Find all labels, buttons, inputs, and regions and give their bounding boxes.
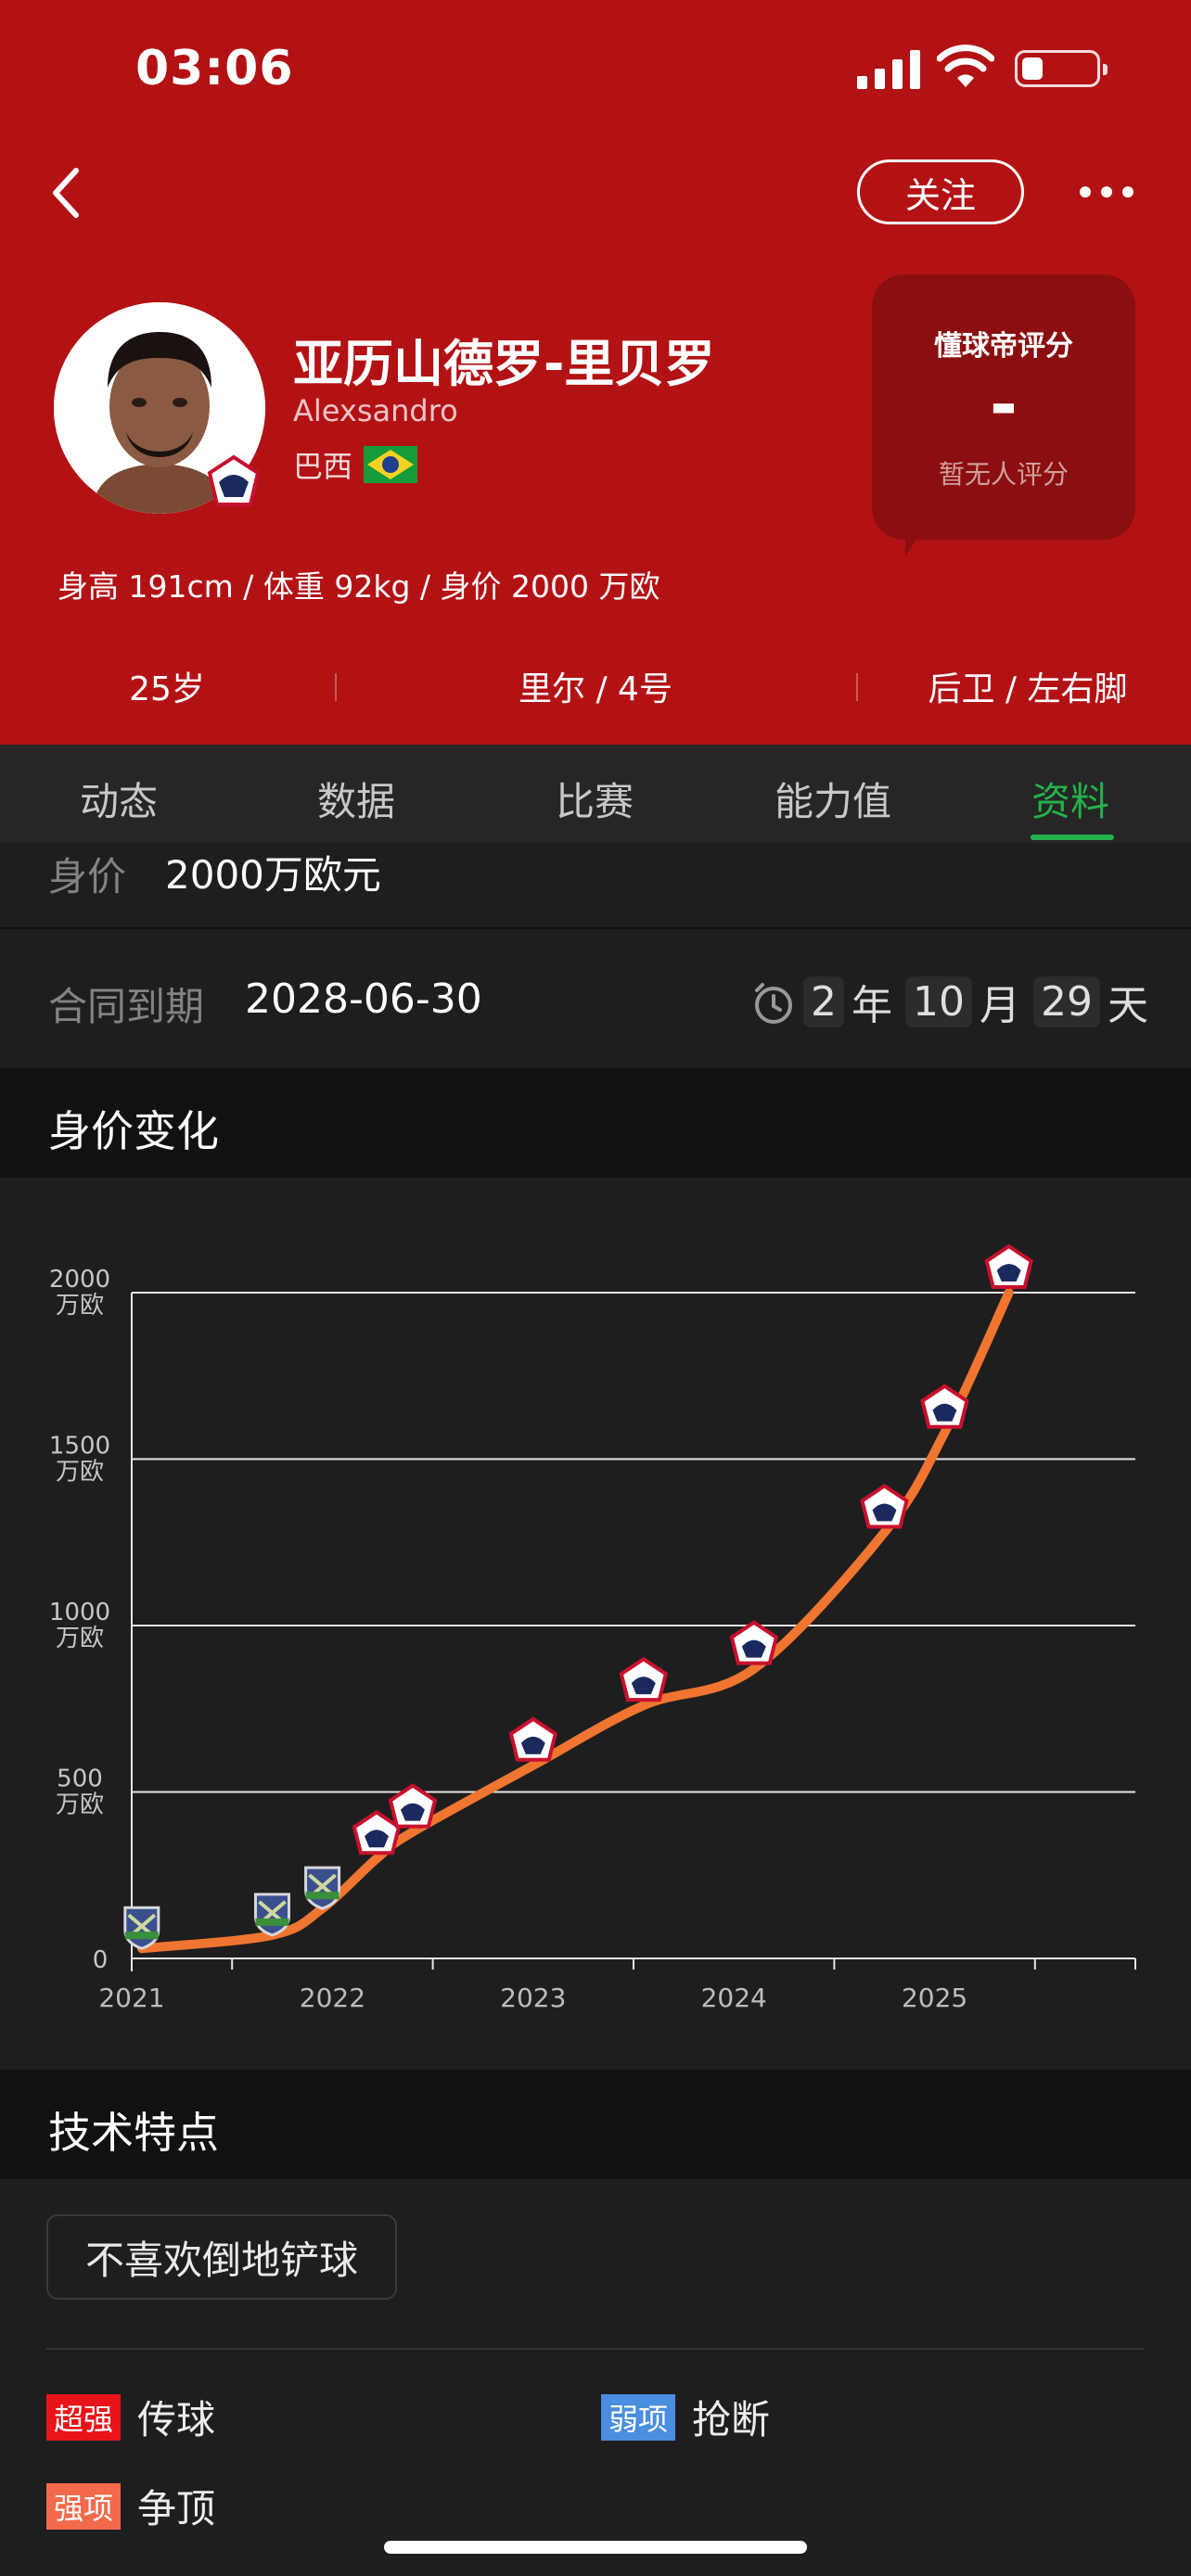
y-tick-label: 1500 万欧: [49, 1433, 110, 1486]
value-series-line: [136, 1288, 1014, 1954]
follow-button[interactable]: 关注: [857, 159, 1024, 224]
tab-profile[interactable]: 资料: [968, 771, 1172, 827]
market-value: 2000万欧元: [165, 852, 381, 898]
player-name: 亚历山德罗-里贝罗: [293, 335, 715, 393]
skill-level-badge: 超强: [46, 2393, 122, 2441]
clock-icon: [755, 983, 792, 1024]
rating-value: -: [990, 365, 1018, 443]
status-time: 03:06: [135, 41, 294, 96]
skill-name: 争顶: [137, 2486, 216, 2531]
brazil-flag-icon: [364, 446, 418, 483]
skill-passing: 超强 传球: [46, 2389, 215, 2445]
divider: [46, 2348, 1145, 2350]
data-point-marker: [729, 1620, 779, 1665]
data-point-marker: [860, 1484, 909, 1529]
contract-label: 合同到期: [48, 984, 205, 1029]
player-name-latin: Alexsandro: [293, 393, 458, 428]
x-tick-label: 2024: [701, 1983, 767, 2013]
data-point-marker: [352, 1809, 402, 1855]
wifi-icon: [937, 45, 994, 87]
value-history-chart: 0 500 万欧 1000 万欧 1500 万欧 2000 万欧 2021 2022 2023 2024…: [0, 1178, 1191, 2070]
x-tick-label: 2023: [500, 1983, 566, 2013]
countdown-month-unit: 月: [980, 982, 1020, 1029]
more-options-icon[interactable]: [1080, 184, 1133, 200]
contract-row: 合同到期 2028-06-30 2 年 10 月 29 天: [0, 931, 1191, 1068]
tab-matches[interactable]: 比赛: [493, 771, 697, 827]
cellular-signal-icon: [857, 48, 920, 89]
tab-ability[interactable]: 能力值: [731, 771, 935, 827]
lille-club-badge-icon: [207, 454, 261, 506]
countdown-days: 29: [1033, 976, 1100, 1027]
data-point-marker: [253, 1893, 290, 1937]
value-history-title: 身价变化: [48, 1106, 219, 1156]
battery-icon: [1015, 50, 1108, 87]
age: 25岁: [129, 670, 205, 708]
club-number[interactable]: 里尔 / 4号: [466, 662, 725, 710]
rating-card-tail: [905, 529, 924, 556]
tab-news[interactable]: 动态: [17, 771, 221, 827]
rating-title: 懂球帝评分: [934, 330, 1073, 363]
countdown-years: 2: [803, 976, 844, 1027]
divider: [856, 673, 858, 701]
market-value-row: 身价 2000万欧元: [0, 844, 1191, 929]
x-tick-label: 2025: [902, 1983, 967, 2013]
data-point-marker: [123, 1906, 160, 1950]
skill-name: 传球: [137, 2397, 216, 2442]
value-chart-svg: 0 500 万欧 1000 万欧 1500 万欧 2000 万欧 2021 2022 2023 2024…: [49, 1243, 1136, 2013]
skill-level-badge: 强项: [46, 2482, 122, 2530]
data-point-marker: [619, 1656, 669, 1702]
x-tick-label: 2021: [98, 1983, 164, 2013]
market-value-label: 身价: [48, 854, 127, 899]
skill-level-badge: 弱项: [601, 2393, 676, 2441]
y-tick-label: 1000 万欧: [49, 1599, 110, 1652]
home-indicator: [384, 2541, 807, 2554]
data-point-marker: [304, 1866, 341, 1910]
back-arrow-icon[interactable]: [46, 165, 87, 221]
active-tab-indicator: [1031, 835, 1114, 840]
player-header: 03:06 关注 亚历山德罗-里贝罗 Alexsandro 巴西 懂球帝评分 -…: [0, 0, 1191, 745]
countdown-day-unit: 天: [1108, 982, 1148, 1029]
skill-tackling: 弱项 抢断: [601, 2389, 770, 2445]
contract-countdown: 2 年 10 月 29 天: [803, 972, 1154, 1031]
nationality: 巴西: [293, 449, 353, 484]
trait-chip: 不喜欢倒地铲球: [46, 2214, 398, 2300]
tab-stats[interactable]: 数据: [254, 771, 458, 827]
rating-card[interactable]: 懂球帝评分 - 暂无人评分: [872, 274, 1135, 540]
rating-subtitle: 暂无人评分: [938, 459, 1069, 490]
traits-area: 不喜欢倒地铲球 超强 传球 弱项 抢断 强项 争顶: [0, 2179, 1191, 2576]
y-tick-label: 500 万欧: [56, 1766, 104, 1819]
tab-bar: 动态 数据 比赛 能力值 资料: [0, 745, 1191, 843]
y-tick-label: 2000 万欧: [49, 1266, 110, 1320]
value-history-header: 身价变化: [0, 1068, 1191, 1178]
traits-header: 技术特点: [0, 2070, 1191, 2179]
countdown-year-unit: 年: [852, 982, 892, 1029]
contract-date: 2028-06-30: [245, 976, 482, 1023]
divider: [335, 673, 337, 701]
skill-heading: 强项 争顶: [46, 2478, 215, 2534]
nationality-row: 巴西: [293, 443, 418, 486]
traits-title: 技术特点: [48, 2108, 219, 2158]
countdown-months: 10: [905, 976, 972, 1027]
y-tick-label: 0: [93, 1946, 109, 1974]
body-stats: 身高 191cm / 体重 92kg / 身价 2000 万欧: [58, 568, 660, 605]
info-row: 25岁 里尔 / 4号 后卫 / 左右脚: [0, 649, 1191, 729]
data-point-marker: [984, 1243, 1033, 1289]
x-tick-label: 2022: [300, 1983, 365, 2013]
data-point-marker: [508, 1716, 558, 1762]
skill-name: 抢断: [692, 2397, 771, 2442]
position-foot: 后卫 / 左右脚: [928, 670, 1128, 708]
